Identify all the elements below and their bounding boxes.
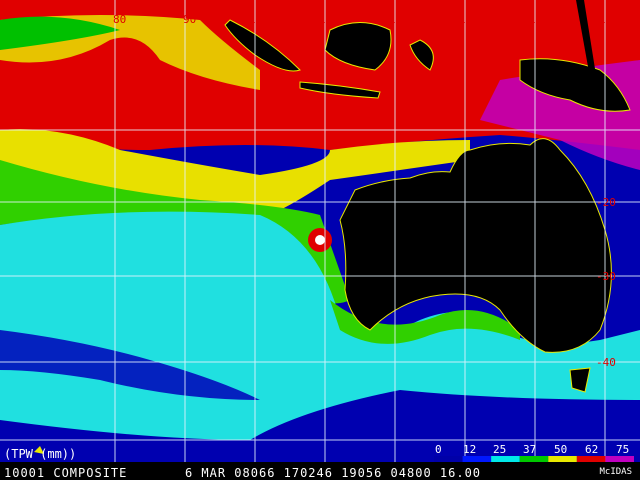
longitude-label-120: 120 xyxy=(389,13,409,26)
satellite-map-view: 80 90 100 110 120 130 140 150 -20 -30 -4… xyxy=(0,0,640,480)
longitude-label-110: 110 xyxy=(319,13,339,26)
latitude-label-minus-30: -30 xyxy=(596,270,616,283)
longitude-label-140: 140 xyxy=(529,13,549,26)
longitude-label-80: 80 xyxy=(113,13,126,26)
legend-tick-75: 75 xyxy=(616,443,629,456)
legend-tick-62: 62 xyxy=(585,443,598,456)
longitude-label-90: 90 xyxy=(183,13,196,26)
legend-tick-37: 37 xyxy=(523,443,536,456)
longitude-label-100: 100 xyxy=(249,13,269,26)
storm-eye xyxy=(315,235,325,245)
latitude-label-minus-40: -40 xyxy=(596,356,616,369)
legend-tick-0: 0 xyxy=(435,443,442,456)
status-footer: 10001 COMPOSITE 6 MAR 08066 170246 19056… xyxy=(0,462,640,480)
longitude-label-150: 150 xyxy=(599,13,619,26)
mcidas-credit: McIDAS xyxy=(599,467,632,477)
legend-tick-25: 25 xyxy=(493,443,506,456)
legend-tick-50: 50 xyxy=(554,443,567,456)
tpw-composite-map: 80 90 100 110 120 130 140 150 -20 -30 -4… xyxy=(0,0,640,462)
legend-tick-12: 12 xyxy=(463,443,476,456)
product-label: (TPW (mm)) xyxy=(4,447,76,461)
longitude-label-130: 130 xyxy=(459,13,479,26)
latitude-label-minus-20: -20 xyxy=(596,196,616,209)
image-timestamp: 10001 COMPOSITE 6 MAR 08066 170246 19056… xyxy=(4,466,482,480)
